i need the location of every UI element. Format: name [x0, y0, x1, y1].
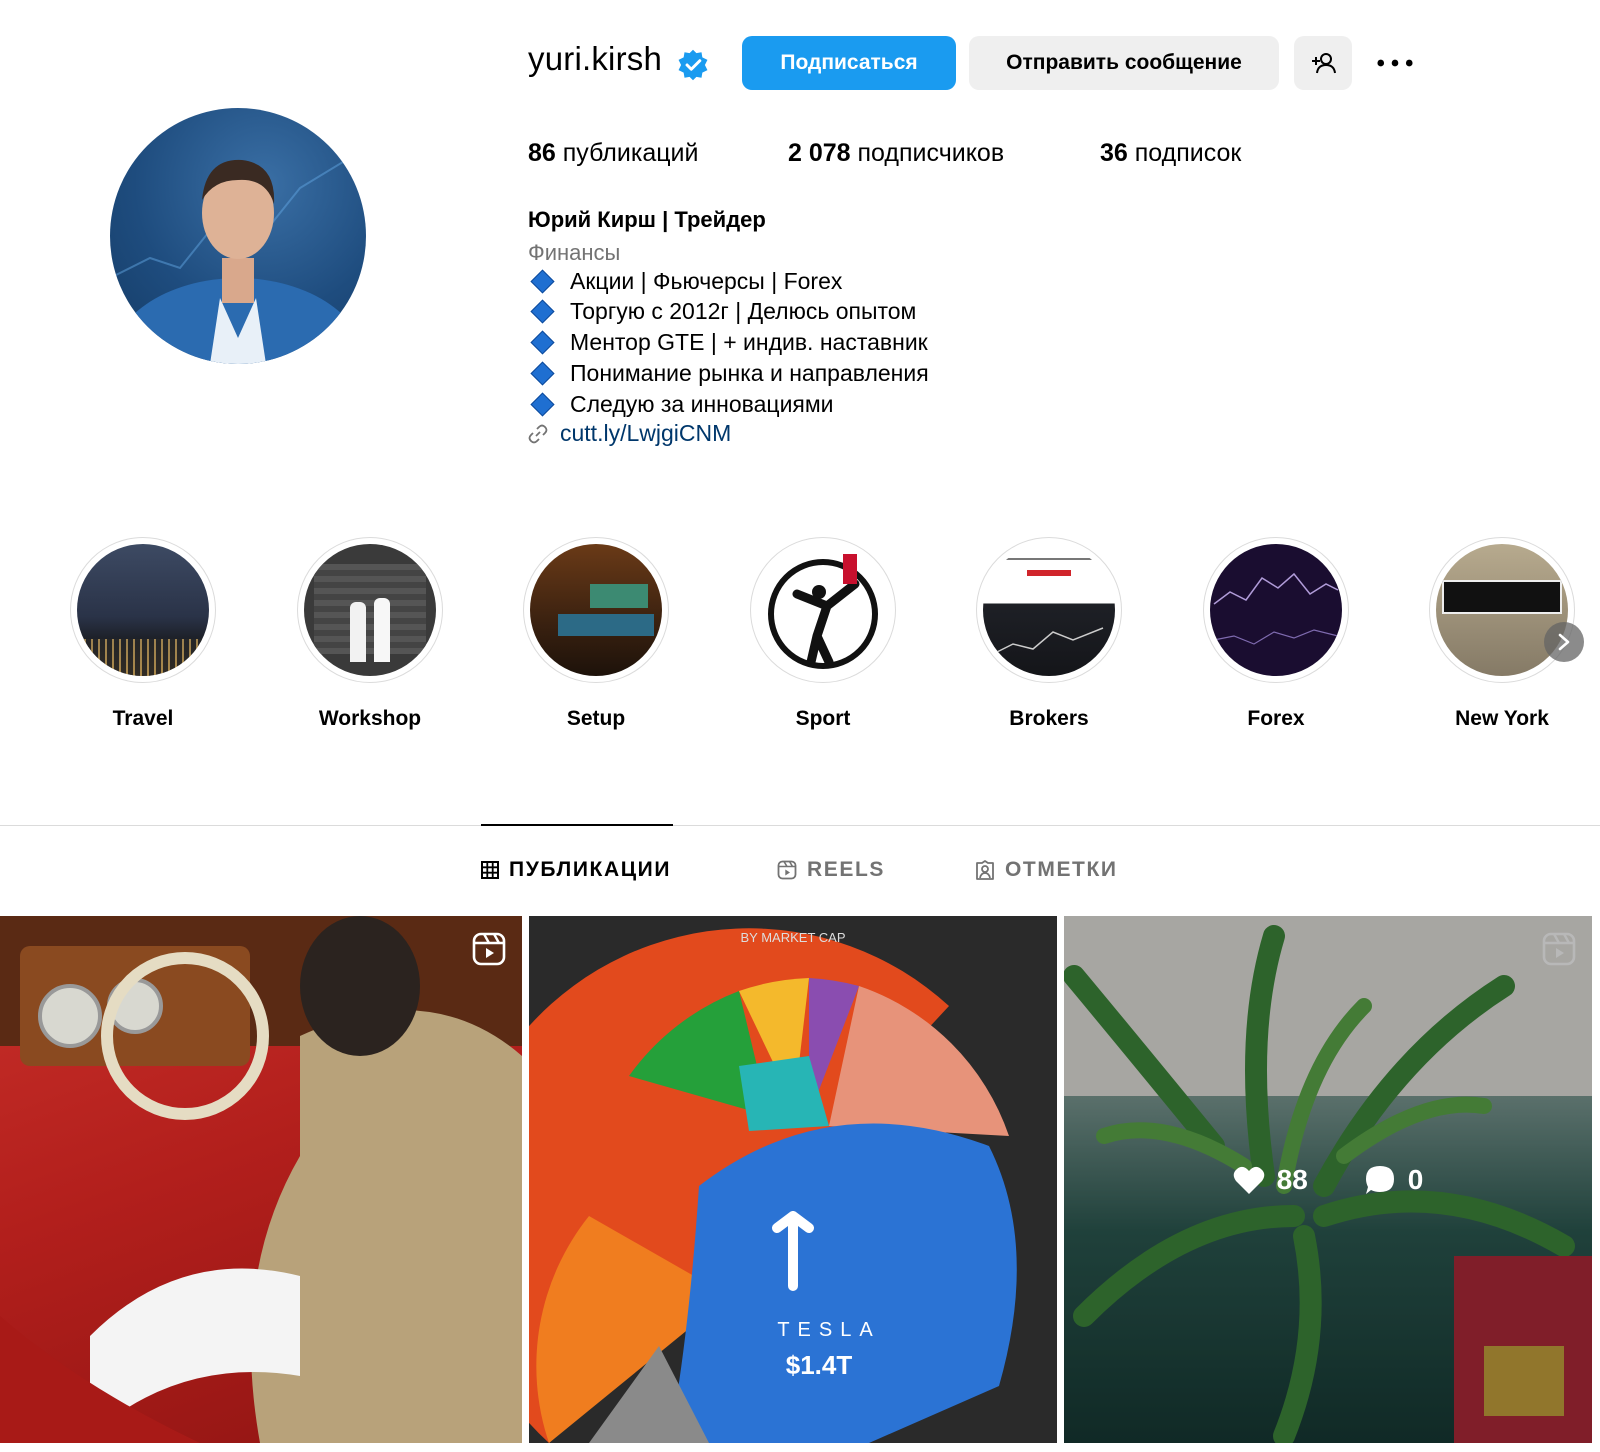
tab-reels[interactable]: REELS [777, 858, 885, 882]
highlight-cover [1210, 544, 1342, 676]
highlight-ring [70, 537, 216, 683]
tab-posts[interactable]: ПУБЛИКАЦИИ [481, 858, 671, 882]
highlight-sport[interactable]: Sport [745, 537, 901, 731]
chevron-right-icon [1558, 633, 1570, 651]
avatar-photo [110, 147, 366, 364]
highlight-travel[interactable]: Travel [65, 537, 221, 731]
chart-caption: BY MARKET CAP [741, 930, 846, 945]
follow-button[interactable]: Подписаться [742, 36, 956, 90]
post-tile[interactable] [0, 916, 522, 1443]
highlight-cover [1436, 544, 1568, 676]
comment-icon [1365, 1165, 1394, 1194]
verified-badge-icon [678, 49, 708, 81]
highlight-label: Sport [795, 707, 851, 730]
tab-reels-label: REELS [807, 858, 886, 881]
tab-tagged[interactable]: ОТМЕТКИ [975, 858, 1118, 882]
more-options-button[interactable] [1370, 40, 1420, 86]
reel-icon [472, 932, 506, 966]
tabs-divider [0, 825, 1600, 826]
post-tile[interactable]: BY MARKET CAP TESLA $1.4T [529, 916, 1057, 1443]
blue-diamond-icon [530, 269, 555, 294]
post-image [0, 916, 522, 1443]
post-tile[interactable]: 88 0 [1064, 916, 1592, 1443]
tab-posts-label: ПУБЛИКАЦИИ [509, 858, 672, 881]
grid-bottom-edge [0, 1443, 1600, 1452]
heart-icon [1233, 1166, 1264, 1194]
blue-diamond-icon [530, 299, 555, 324]
profile-avatar[interactable] [110, 108, 366, 364]
bio-text: Ментор GTE | + индив. наставник [570, 329, 928, 355]
bio-link-text: cutt.ly/LwjgiCNM [560, 420, 732, 446]
highlight-label: Setup [566, 707, 626, 730]
highlight-label: Travel [112, 707, 174, 730]
highlight-label: Workshop [318, 707, 422, 730]
following-count: 36 [1100, 139, 1128, 167]
bio-line: Ментор GTE | + индив. наставник [530, 329, 928, 356]
add-user-icon [1312, 53, 1336, 74]
followers-stat[interactable]: 2 078 подписчиков [788, 139, 1004, 168]
highlight-forex[interactable]: Forex [1198, 537, 1354, 731]
send-message-button[interactable]: Отправить сообщение [969, 36, 1279, 90]
posts-label: публикаций [562, 139, 699, 167]
likes-stat: 88 [1233, 1164, 1308, 1196]
bio-line: Понимание рынка и направления [530, 360, 929, 387]
highlight-ring [1429, 537, 1575, 683]
profile-category: Финансы [528, 240, 621, 265]
more-icon [1377, 59, 1413, 67]
highlight-label: Forex [1247, 707, 1305, 730]
blue-diamond-icon [530, 330, 555, 355]
followers-count: 2 078 [788, 139, 851, 167]
bio-link[interactable]: cutt.ly/LwjgiCNM [528, 420, 731, 447]
blue-diamond-icon [530, 392, 555, 417]
blue-diamond-icon [530, 361, 555, 386]
bio-line: Торгую с 2012г | Делюсь опытом [530, 298, 916, 325]
highlight-cover [983, 544, 1115, 676]
bio-text: Следую за инновациями [570, 391, 834, 417]
followers-label: подписчиков [857, 139, 1005, 167]
post-image: BY MARKET CAP TESLA $1.4T [529, 916, 1057, 1443]
bio-text: Торгую с 2012г | Делюсь опытом [570, 298, 917, 324]
bio-text: Понимание рынка и направления [570, 360, 929, 386]
highlight-workshop[interactable]: Workshop [292, 537, 448, 731]
bio-line: Следую за инновациями [530, 391, 834, 418]
reels-icon [777, 860, 797, 880]
highlight-ring [976, 537, 1122, 683]
bio-text: Акции | Фьючерсы | Forex [570, 268, 843, 294]
highlight-brokers[interactable]: Brokers [971, 537, 1127, 731]
grid-icon [481, 861, 499, 879]
tagged-icon [976, 860, 994, 880]
highlight-cover [530, 544, 662, 676]
profile-username: yuri.kirsh [528, 40, 663, 77]
highlight-setup[interactable]: Setup [518, 537, 674, 731]
suggested-users-button[interactable] [1294, 36, 1352, 90]
highlight-ring [750, 537, 896, 683]
following-label: подписок [1134, 139, 1242, 167]
highlight-ring [1203, 537, 1349, 683]
bio-line: Акции | Фьючерсы | Forex [530, 268, 842, 295]
highlight-label: Brokers [1009, 707, 1089, 730]
post-hover-stats: 88 0 [1064, 916, 1592, 1443]
highlight-cover [757, 544, 889, 676]
link-icon [528, 424, 548, 443]
highlights-next-button[interactable] [1544, 622, 1584, 662]
highlight-label: New York [1455, 707, 1549, 730]
highlight-ring [523, 537, 669, 683]
highlight-cover [304, 544, 436, 676]
value-text: $1.4T [786, 1350, 853, 1380]
posts-count: 86 [528, 139, 556, 167]
likes-count: 88 [1276, 1163, 1308, 1195]
tab-tagged-label: ОТМЕТКИ [1005, 858, 1118, 881]
posts-count-stat: 86 публикаций [528, 139, 698, 168]
following-stat[interactable]: 36 подписок [1100, 139, 1241, 168]
highlight-cover [77, 544, 209, 676]
comments-stat: 0 [1364, 1163, 1424, 1196]
brand-text: TESLA [777, 1319, 880, 1341]
comments-count: 0 [1407, 1163, 1424, 1195]
active-tab-indicator [481, 824, 673, 826]
highlight-ring [297, 537, 443, 683]
profile-full-name: Юрий Кирш | Трейдер [528, 207, 766, 232]
